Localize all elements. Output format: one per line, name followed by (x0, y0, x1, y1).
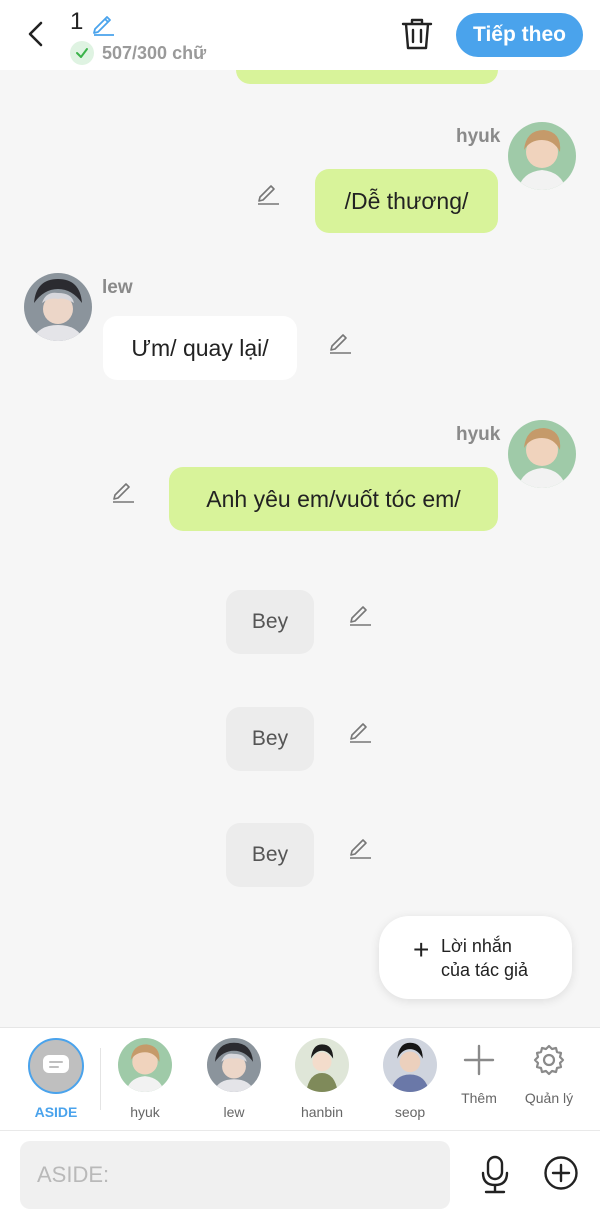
character-label: hanbin (300, 1104, 344, 1120)
message-bubble[interactable]: Ưm/ quay lại/ (103, 316, 297, 380)
edit-message-icon[interactable] (347, 600, 373, 626)
speech-bubble-icon (43, 1055, 69, 1073)
message-bubble-partial[interactable] (236, 70, 498, 84)
gear-icon (529, 1040, 569, 1080)
avatar-hyuk (118, 1038, 172, 1092)
character-label: hyuk (130, 1104, 160, 1120)
check-icon (70, 41, 94, 65)
edit-message-icon[interactable] (347, 833, 373, 859)
sender-name: hyuk (456, 424, 501, 445)
character-seop[interactable]: seop (375, 1038, 445, 1120)
avatar-lew (207, 1038, 261, 1092)
avatar-lew[interactable] (24, 273, 92, 341)
sender-name: hyuk (456, 126, 501, 147)
aside-bubble[interactable]: Bey (226, 707, 314, 771)
input-bar (0, 1130, 600, 1218)
add-character-button[interactable]: Thêm (444, 1040, 514, 1106)
manage-button[interactable]: Quản lý (514, 1040, 584, 1106)
message-bubble[interactable]: Anh yêu em/vuốt tóc em/ (169, 467, 498, 531)
author-note-button[interactable]: + Lời nhắn của tác giả (379, 916, 572, 999)
aside-bubble[interactable]: Bey (226, 590, 314, 654)
divider (100, 1048, 101, 1110)
add-label: Thêm (461, 1090, 497, 1106)
avatar-seop (383, 1038, 437, 1092)
manage-label: Quản lý (524, 1090, 574, 1106)
character-label: lew (223, 1104, 245, 1120)
character-label: ASIDE (34, 1104, 78, 1120)
avatar-hyuk[interactable] (508, 420, 576, 488)
character-hanbin[interactable]: hanbin (287, 1038, 357, 1120)
edit-message-icon[interactable] (255, 179, 281, 205)
character-aside[interactable]: ASIDE (21, 1038, 91, 1120)
chapter-number: 1 (70, 8, 84, 35)
top-bar: 1 507/300 chữ Tiếp theo (0, 0, 600, 70)
edit-message-icon[interactable] (327, 328, 353, 354)
aside-bubble[interactable]: Bey (226, 823, 314, 887)
avatar-hyuk[interactable] (508, 122, 576, 190)
add-circle-icon[interactable] (543, 1155, 579, 1191)
character-label: seop (394, 1104, 426, 1120)
message-input[interactable] (20, 1141, 450, 1209)
message-bubble[interactable]: /Dễ thương/ (315, 169, 498, 233)
word-count: 507/300 chữ (102, 42, 207, 63)
word-count-row: 507/300 chữ (70, 41, 206, 65)
next-button[interactable]: Tiếp theo (456, 13, 583, 57)
author-note-label: Lời nhắn (441, 936, 512, 956)
author-note-label-2: của tác giả (441, 960, 529, 980)
chevron-left-icon (28, 21, 43, 47)
avatar-hanbin (295, 1038, 349, 1092)
aside-avatar (28, 1038, 84, 1094)
edit-message-icon[interactable] (110, 477, 136, 503)
character-hyuk[interactable]: hyuk (110, 1038, 180, 1120)
plus-icon (459, 1040, 499, 1080)
character-lew[interactable]: lew (199, 1038, 269, 1120)
trash-icon[interactable] (400, 16, 434, 52)
plus-icon: + (413, 934, 430, 965)
character-bar: ASIDE hyuk lew hanbin seop Thêm Quản lý (0, 1027, 600, 1130)
edit-message-icon[interactable] (347, 717, 373, 743)
sender-name: lew (102, 277, 133, 298)
edit-title-icon[interactable] (90, 10, 116, 36)
chat-area[interactable]: hyuk /Dễ thương/ lew Ưm/ quay lại/ hyuk (0, 70, 600, 1027)
back-button[interactable] (20, 18, 50, 50)
microphone-icon[interactable] (478, 1155, 512, 1195)
